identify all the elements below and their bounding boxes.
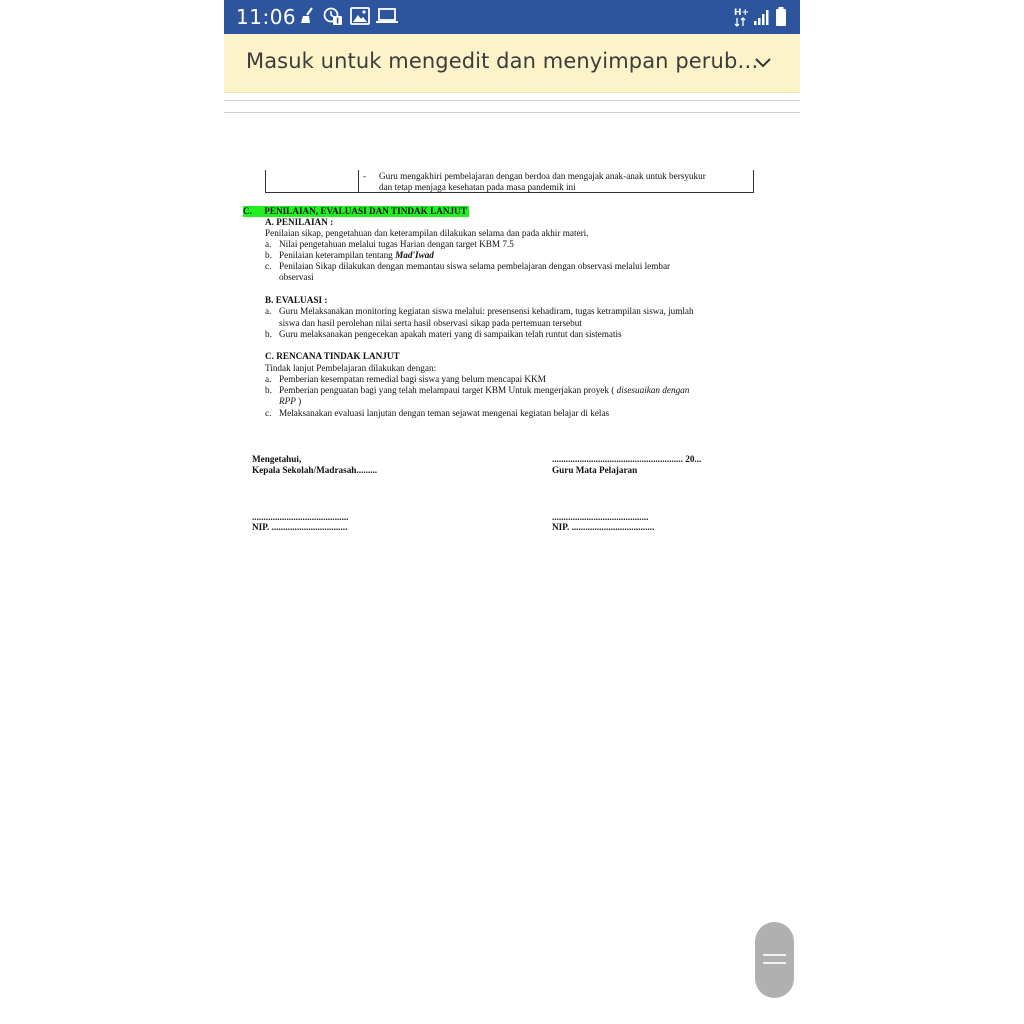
penilaian-item-c-line-1: Penilaian Sikap dilakukan dengan memanta… — [279, 261, 671, 271]
evaluasi-item-b: Guru melaksanakan pengecekan apakah mate… — [279, 329, 622, 339]
status-clock: 11:06 — [236, 5, 297, 29]
signal-icon — [753, 8, 771, 31]
signature-left-line-1: Mengetahui, — [252, 454, 302, 464]
rencana-heading: C. RENCANA TINDAK LANJUT — [265, 351, 400, 361]
rencana-intro: Tindak lanjut Pembelajaran dilakukan den… — [265, 363, 437, 373]
sign-in-banner[interactable]: Masuk untuk mengedit dan menyimpan perub… — [224, 34, 800, 93]
broom-icon — [298, 6, 318, 31]
status-bar: 11:06 H+ — [224, 0, 800, 34]
toolbar-divider-bottom — [224, 112, 800, 113]
signature-right-line-1: ........................................… — [552, 454, 702, 464]
toolbar-divider-top — [224, 100, 800, 101]
rencana-marker-a: a. — [265, 374, 272, 384]
table-line-1: Guru mengakhiri pembelajaran dengan berd… — [379, 171, 706, 181]
evaluasi-item-a-line-1: Guru Melaksanakan monitoring kegiatan si… — [279, 306, 694, 316]
section-c-title: PENILAIAN, EVALUASI DAN TINDAK LANJUT — [264, 206, 467, 216]
rencana-item-b-line-2: RPP ) — [279, 396, 302, 406]
evaluasi-heading: B. EVALUASI : — [265, 295, 328, 305]
scroll-handle-grip-bottom — [763, 962, 786, 964]
table-dash: - — [363, 171, 367, 181]
rencana-marker-b: b. — [265, 385, 272, 395]
penilaian-intro: Penilaian sikap, pengetahuan dan keteram… — [265, 228, 589, 238]
rencana-item-c: Melaksanakan evaluasi lanjutan dengan te… — [279, 408, 610, 418]
battery-icon — [775, 6, 787, 33]
penilaian-marker-c: c. — [265, 261, 272, 271]
rencana-marker-c: c. — [265, 408, 272, 418]
signature-left-line-2: Kepala Sekolah/Madrasah......... — [252, 465, 378, 475]
table-line-2: dan tetap menjaga kesehatan pada masa pa… — [379, 182, 576, 192]
evaluasi-item-a-line-2: siswa dan hasil perolehan nilai serta ha… — [279, 318, 582, 328]
phone-screen: 11:06 H+ Masuk untuk mengedit dan menyim… — [224, 0, 800, 1024]
signature-right-line-2: Guru Mata Pelajaran — [552, 465, 638, 475]
alarm-badge-icon — [322, 6, 344, 31]
section-c-marker: C. — [243, 206, 252, 216]
rencana-item-b-line-1: Pemberian penguatan bagi yang telah mela… — [279, 385, 690, 395]
penilaian-heading: A. PENILAIAN : — [265, 217, 334, 227]
penilaian-item-a: Nilai pengetahuan melalui tugas Harian d… — [279, 239, 514, 249]
laptop-icon — [376, 8, 398, 29]
table-column-divider — [358, 170, 359, 192]
penilaian-marker-a: a. — [265, 239, 272, 249]
document-page[interactable]: - Guru mengakhiri pembelajaran dengan be… — [224, 114, 800, 1024]
signature-right-nip: NIP. ...................................… — [552, 522, 655, 532]
scroll-handle-grip-top — [763, 954, 786, 956]
svg-text:H+: H+ — [734, 8, 749, 18]
scroll-handle-icon[interactable] — [755, 922, 794, 998]
penilaian-item-c-line-2: observasi — [279, 272, 314, 282]
signature-left-nip: NIP. ................................. — [252, 522, 348, 532]
data-hplus-icon: H+ — [733, 6, 749, 33]
chevron-down-icon[interactable] — [754, 56, 772, 74]
evaluasi-marker-b: b. — [265, 329, 272, 339]
section-c-heading: C. PENILAIAN, EVALUASI DAN TINDAK LANJUT — [243, 206, 469, 217]
penilaian-item-b: Penilaian keterampilan tentang Mad'Iwad — [279, 250, 434, 260]
image-icon — [350, 7, 370, 30]
evaluasi-marker-a: a. — [265, 306, 272, 316]
banner-message: Masuk untuk mengedit dan menyimpan perub… — [246, 49, 759, 73]
penilaian-marker-b: b. — [265, 250, 272, 260]
rencana-item-a: Pemberian kesempatan remedial bagi siswa… — [279, 374, 546, 384]
